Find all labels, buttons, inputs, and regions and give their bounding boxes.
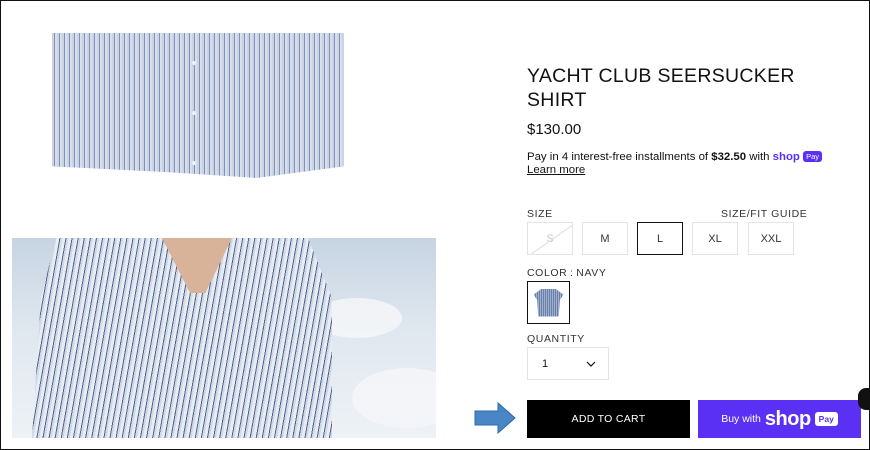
product-image-model[interactable] [12, 238, 436, 438]
product-price: $130.00 [527, 121, 582, 138]
shop-pay-logo: shop [772, 151, 800, 163]
product-title: YACHT CLUB SEERSUCKER SHIRT [527, 65, 795, 111]
quantity-select[interactable]: 1 [527, 347, 609, 380]
installments-text: Pay in 4 interest-free installments of $… [527, 149, 822, 165]
size-option-xl[interactable]: XL [692, 222, 738, 255]
color-label: COLOR : NAVY [527, 267, 607, 279]
shirt-button-dot [192, 161, 196, 165]
quantity-value: 1 [542, 357, 549, 370]
size-fit-guide-link[interactable]: SIZE/FIT GUIDE [721, 208, 807, 220]
shop-pay-chip: Pay [803, 151, 822, 162]
size-option-m[interactable]: M [582, 222, 628, 255]
cloud-shape [352, 368, 436, 428]
chat-widget-tab[interactable] [858, 388, 870, 410]
learn-more-link[interactable]: Learn more [527, 164, 585, 176]
product-image-flat[interactable] [52, 33, 344, 178]
shop-logo: shop [764, 407, 811, 430]
pay-chip: Pay [814, 412, 838, 426]
pointer-arrow-icon [474, 402, 516, 434]
size-label: SIZE [527, 208, 553, 220]
buy-with-label: Buy with [721, 413, 761, 425]
shirt-thumbnail-icon [533, 288, 564, 317]
shirt-button-dot [192, 61, 196, 65]
size-option-l[interactable]: L [637, 222, 683, 255]
color-swatch-navy[interactable] [527, 281, 570, 324]
buy-with-shop-pay-button[interactable]: Buy with shop Pay [698, 400, 861, 438]
shirt-button-dot [192, 111, 196, 115]
quantity-label: QUANTITY [527, 333, 585, 345]
size-option-s[interactable]: S [527, 222, 573, 255]
chevron-down-icon [586, 361, 596, 367]
size-option-xxl[interactable]: XXL [748, 222, 794, 255]
add-to-cart-button[interactable]: ADD TO CART [527, 400, 690, 438]
